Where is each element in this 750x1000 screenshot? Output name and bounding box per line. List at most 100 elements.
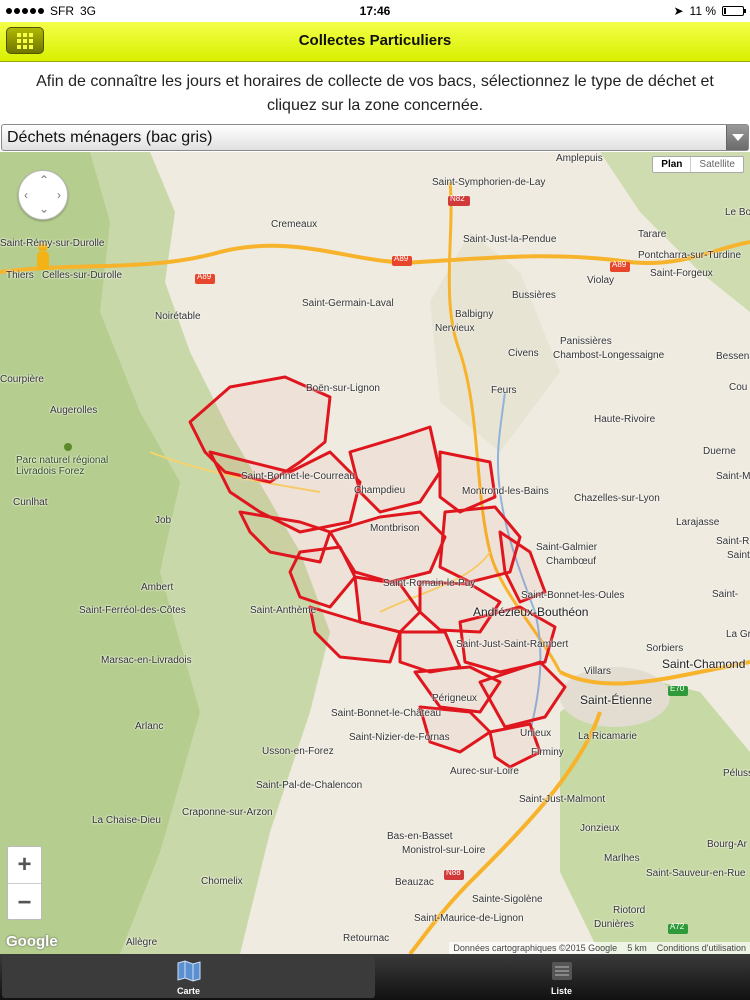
place-le-bo: Le Bo <box>725 207 750 218</box>
place-perigneux: Périgneux <box>432 693 478 704</box>
place-chazelles: Chazelles-sur-Lyon <box>574 493 660 504</box>
place-saint-chamond: Saint-Chamond <box>662 657 746 671</box>
place-courpiere: Courpière <box>0 374 44 385</box>
place-saint-bonnet-les-oules: Saint-Bonnet-les-Oules <box>521 590 625 601</box>
place-saint-just-la-pendue: Saint-Just-la-Pendue <box>463 234 557 245</box>
place-saint-r: Saint-R <box>716 536 750 547</box>
place-champdieu: Champdieu <box>354 485 406 496</box>
map-view[interactable]: A89 A89 A89 N82 E70 N88 A72 Amplepuis Sa… <box>0 152 750 954</box>
place-feurs: Feurs <box>491 385 517 396</box>
place-job: Job <box>155 515 172 526</box>
place-la-chaise-dieu: La Chaise-Dieu <box>92 815 161 826</box>
place-la-ricamarie: La Ricamarie <box>578 731 637 742</box>
park-marker-icon <box>64 443 72 451</box>
place-sorbiers: Sorbiers <box>646 643 684 654</box>
road-label-n82: N82 <box>450 194 465 203</box>
road-label-e70: E70 <box>670 684 685 693</box>
place-andrezieux: Andrézieux-Bouthéon <box>473 605 589 619</box>
zone-16[interactable] <box>478 660 567 729</box>
map-type-control: Plan Satellite <box>652 156 744 173</box>
zone-5[interactable] <box>438 450 497 514</box>
navigation-bar: Collectes Particuliers <box>0 22 750 62</box>
place-chamboeuf: Chambœuf <box>546 556 597 567</box>
place-amplepuis: Amplepuis <box>556 153 603 164</box>
map-type-plan-button[interactable]: Plan <box>653 157 692 172</box>
place-saint-antheme: Saint-Anthème <box>250 605 317 616</box>
place-saint-galmier: Saint-Galmier <box>536 542 598 553</box>
place-saint-bonnet-le-courreau: Saint-Bonnet-le-Courreau <box>241 471 355 482</box>
battery-percent: 11 % <box>689 4 716 18</box>
google-logo: Google <box>6 933 58 950</box>
map-icon <box>177 960 200 982</box>
terms-link[interactable]: Conditions d'utilisation <box>657 943 746 953</box>
place-monistrol: Monistrol-sur-Loire <box>402 845 486 856</box>
battery-fill <box>724 8 726 14</box>
place-nervieux: Nervieux <box>435 323 475 334</box>
place-craponne: Craponne-sur-Arzon <box>182 807 273 818</box>
place-saint-symphorien: Saint-Symphorien-de-Lay <box>432 177 546 188</box>
place-saint-sauveur: Saint-Sauveur-en-Rue <box>646 868 746 879</box>
place-riotord: Riotord <box>613 905 646 916</box>
place-tarare: Tarare <box>638 229 667 240</box>
pan-control[interactable]: ⌃ ⌃ ‹ › <box>18 170 68 220</box>
place-usson: Usson-en-Forez <box>262 746 334 757</box>
place-saint-2: Saint- <box>712 589 739 600</box>
map-attribution: Données cartographiques ©2015 Google 5 k… <box>449 942 750 954</box>
map-data-credit: Données cartographiques ©2015 Google <box>453 943 618 953</box>
location-icon: ➤ <box>673 4 684 18</box>
place-bussieres: Bussières <box>512 290 556 301</box>
place-retournac: Retournac <box>343 933 390 944</box>
place-saint-pal: Saint-Pal-de-Chalencon <box>256 780 363 791</box>
pan-right-icon[interactable]: › <box>57 188 61 202</box>
road-label-a72: A72 <box>670 922 685 931</box>
place-saint-bonnet-le-chateau: Saint-Bonnet-le-Château <box>331 708 442 719</box>
road-label-n88: N88 <box>446 868 461 877</box>
zone-8[interactable] <box>288 545 357 609</box>
place-cremeaux: Cremeaux <box>271 219 318 230</box>
waste-type-select[interactable]: Déchets ménagers (bac gris) <box>1 124 749 151</box>
place-saint-d: Saint-D <box>727 550 750 561</box>
place-saint-romain: Saint-Romain-le-Puy <box>383 578 476 589</box>
map-scale: 5 km <box>627 943 647 953</box>
clock: 17:46 <box>359 4 391 18</box>
zone-4[interactable] <box>348 425 442 514</box>
place-saint-forgeux: Saint-Forgeux <box>650 268 713 279</box>
pan-down-icon[interactable]: ⌃ <box>39 201 49 215</box>
place-ambert: Ambert <box>141 582 174 593</box>
place-pontcharra: Pontcharra-sur-Turdine <box>638 250 742 261</box>
place-balbigny: Balbigny <box>455 309 494 320</box>
place-saint-maurice: Saint-Maurice-de-Lignon <box>414 913 524 924</box>
place-saint-remy: Saint-Rémy-sur-Durolle <box>0 238 105 249</box>
waste-type-value: Déchets ménagers (bac gris) <box>7 129 213 146</box>
place-sainte-sigolene: Sainte-Sigolène <box>472 894 543 905</box>
tab-liste[interactable]: Liste <box>375 956 748 998</box>
place-montbrison: Montbrison <box>370 523 420 534</box>
pan-up-icon[interactable]: ⌃ <box>39 173 49 187</box>
place-la-gra: La Gra <box>726 629 750 640</box>
zoom-in-button[interactable]: + <box>8 847 41 884</box>
tab-liste-label: Liste <box>550 986 572 996</box>
zoom-out-button[interactable]: − <box>8 884 41 921</box>
zone-13[interactable] <box>398 630 462 674</box>
map-type-satellite-button[interactable]: Satellite <box>691 157 743 172</box>
place-bessenay: Bessenay <box>716 351 750 362</box>
tab-carte[interactable]: Carte <box>2 956 375 998</box>
pan-left-icon[interactable]: ‹ <box>24 188 28 202</box>
battery-icon <box>722 6 746 16</box>
place-duerne: Duerne <box>703 446 736 457</box>
place-marlhes: Marlhes <box>604 853 640 864</box>
place-firminy: Firminy <box>531 747 564 758</box>
place-villars: Villars <box>584 666 612 677</box>
place-augerolles: Augerolles <box>50 405 98 416</box>
app-screen: SFR 3G 17:46 ➤ 11 % Collectes Particulie… <box>0 0 750 1000</box>
place-civens: Civens <box>508 348 539 359</box>
road-label-a89-1: A89 <box>197 272 212 281</box>
place-aurec: Aurec-sur-Loire <box>450 766 519 777</box>
place-noiretable: Noirétable <box>155 311 201 322</box>
place-celles: Celles-sur-Durolle <box>42 270 123 281</box>
zoom-control: + − <box>7 846 42 920</box>
place-saint-martin: Saint-Martin <box>716 471 750 482</box>
place-cunlhat: Cunlhat <box>13 497 48 508</box>
place-saint-etienne: Saint-Étienne <box>580 693 653 707</box>
place-dunieres: Dunières <box>594 919 635 930</box>
